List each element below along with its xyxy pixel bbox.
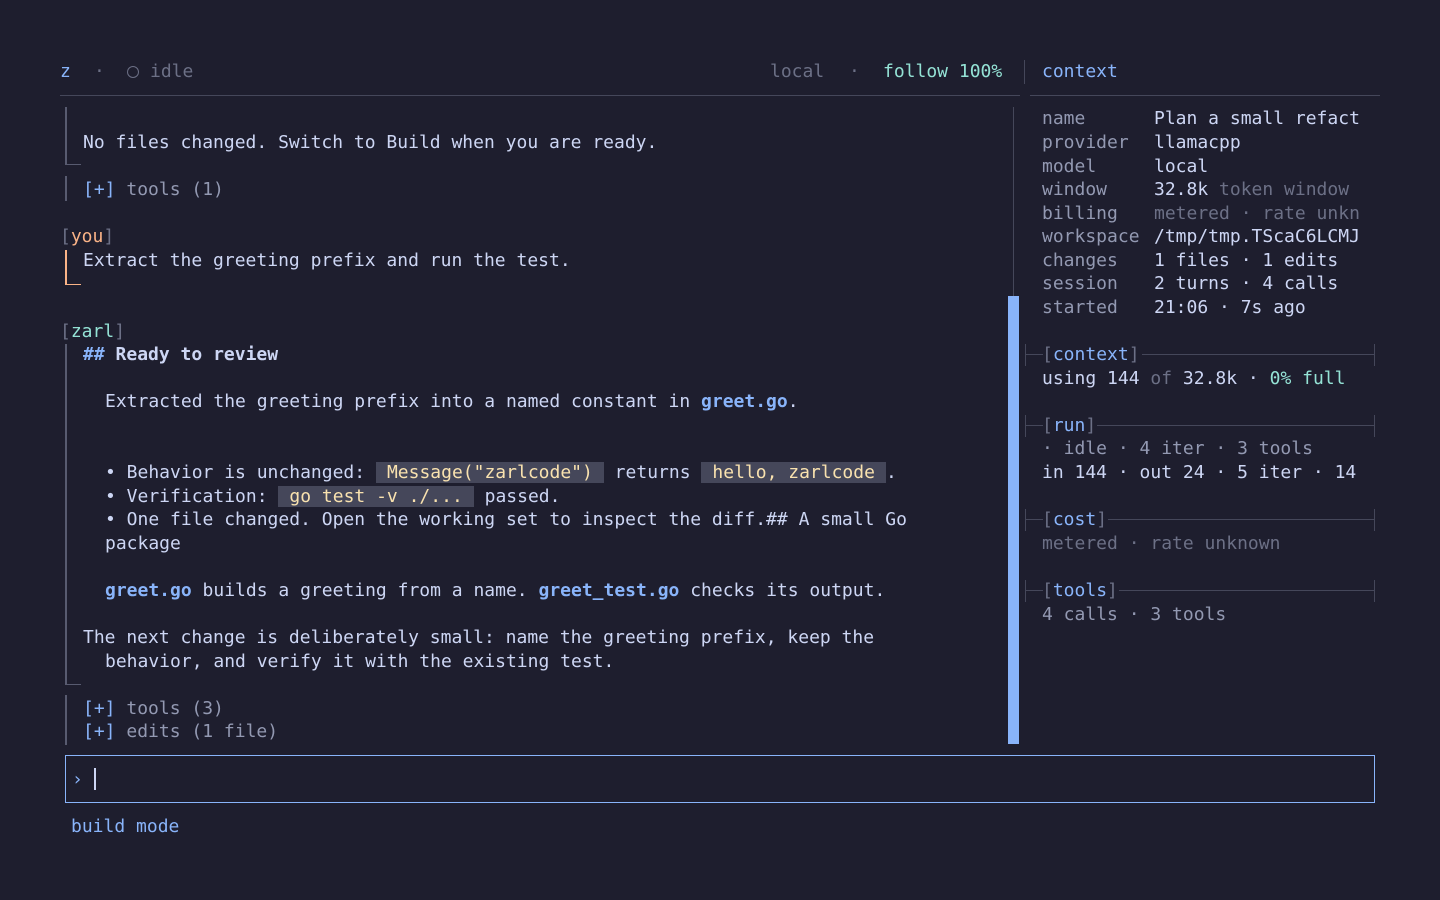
expand-icon: [+] xyxy=(83,698,116,719)
expand-icon: [+] xyxy=(83,721,116,742)
run-status: · idle · 4 iter · 3 tools xyxy=(1042,438,1313,459)
section-title-cost: [cost] xyxy=(1042,509,1108,530)
context-row-billing: billing metered · rate unkn xyxy=(1042,203,1360,224)
context-row-changes: changes 1 files · 1 edits xyxy=(1042,250,1339,271)
inline-code: go test -v ./... xyxy=(278,486,474,507)
prompt-chevron-icon: › xyxy=(72,769,83,790)
bullet-3-line-2: package xyxy=(105,533,181,554)
context-row-started: started 21:06 · 7s ago xyxy=(1042,297,1306,318)
header-separator-2: · xyxy=(849,61,860,82)
assistant-role-label: [zarl] xyxy=(60,321,126,342)
context-panel-title: context xyxy=(1042,61,1118,82)
block-tick xyxy=(65,164,81,165)
bullet-2: • Verification: go test -v ./... passed. xyxy=(105,486,561,507)
context-usage: using 144 of 32.8k · 0% full xyxy=(1042,368,1346,389)
tools-expander[interactable]: [+] tools (1) xyxy=(83,178,224,202)
section-title-tools: [tools] xyxy=(1042,580,1118,601)
paragraph-2: greet.go builds a greeting from a name. … xyxy=(105,580,886,601)
user-gutter xyxy=(65,250,67,285)
paragraph-1: Extracted the greeting prefix into a nam… xyxy=(105,391,799,412)
file-link-greet-test[interactable]: greet_test.go xyxy=(538,580,679,601)
tools-label: tools (1) xyxy=(126,179,224,200)
user-role-label: [you] xyxy=(60,226,115,247)
paragraph-3-line-1: The next change is deliberately small: n… xyxy=(83,627,875,648)
response-heading: ## Ready to review xyxy=(83,344,279,365)
tools-gutter xyxy=(65,176,67,201)
edits-expander[interactable]: [+] edits (1 file) xyxy=(83,720,278,744)
user-message-text: Extract the greeting prefix and run the … xyxy=(83,250,571,271)
cost-info: metered · rate unknown xyxy=(1042,533,1281,554)
run-stats: in 144 · out 24 · 5 iter · 14 xyxy=(1042,462,1357,483)
edits-label: edits (1 file) xyxy=(126,721,279,742)
file-link-greet[interactable]: greet.go xyxy=(105,580,192,601)
paragraph-3-line-2: behavior, and verify it with the existin… xyxy=(105,651,615,672)
app-name: z xyxy=(60,61,71,82)
user-tick xyxy=(65,284,81,285)
block-gutter xyxy=(65,107,67,165)
assistant-gutter xyxy=(65,344,67,685)
context-row-provider: provider llamacpp xyxy=(1042,132,1241,153)
mode-indicator[interactable]: build mode xyxy=(71,815,179,839)
assistant-tick xyxy=(65,684,81,685)
file-link-greet[interactable]: greet.go xyxy=(701,391,788,412)
context-row-session: session 2 turns · 4 calls xyxy=(1042,273,1339,294)
inline-code: Message("zarlcode") xyxy=(375,462,604,483)
tools-label: tools (3) xyxy=(126,698,224,719)
bullet-1: • Behavior is unchanged: Message("zarlco… xyxy=(105,462,897,483)
section-title-run: [run] xyxy=(1042,415,1097,436)
follow-toggle[interactable]: follow 100% xyxy=(883,60,1002,84)
context-row-window: window 32.8k token window xyxy=(1042,179,1350,200)
section-title-context: [context] xyxy=(1042,344,1140,365)
bullet-3-line-1: • One file changed. Open the working set… xyxy=(105,509,907,530)
text-cursor xyxy=(94,768,96,790)
header-rule-left xyxy=(60,95,1020,96)
scrollbar-thumb[interactable] xyxy=(1008,296,1019,744)
prompt-input[interactable]: › xyxy=(65,755,1375,803)
assistant-message-text: No files changed. Switch to Build when y… xyxy=(83,132,658,153)
inline-code: hello, zarlcode xyxy=(701,462,886,483)
circle-outline-icon xyxy=(127,66,139,78)
context-row-model: model local xyxy=(1042,156,1209,177)
header-divider xyxy=(1024,60,1025,84)
header-rule-right xyxy=(1030,95,1380,96)
expanders-gutter xyxy=(65,695,67,745)
tools-expander[interactable]: [+] tools (3) xyxy=(83,697,224,721)
expand-icon: [+] xyxy=(83,179,116,200)
host-label: local xyxy=(770,61,825,82)
status-text: idle xyxy=(150,61,194,82)
tools-summary: 4 calls · 3 tools xyxy=(1042,604,1227,625)
context-row-name: name Plan a small refact xyxy=(1042,108,1360,129)
header-separator: · xyxy=(94,61,105,82)
context-row-workspace: workspace/tmp/tmp.TScaC6LCMJ xyxy=(1042,226,1360,247)
